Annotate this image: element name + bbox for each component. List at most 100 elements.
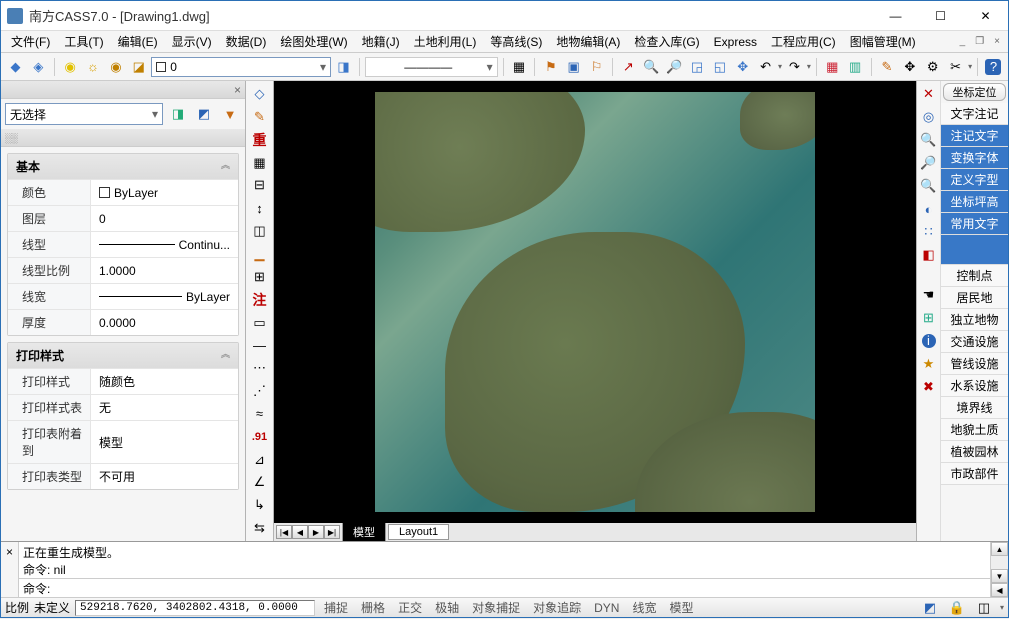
window-close[interactable]: ✕ xyxy=(963,1,1008,31)
sb-dyn[interactable]: DYN xyxy=(590,600,623,616)
sb-grid[interactable]: 栅格 xyxy=(357,598,389,617)
ritem-independent[interactable]: 独立地物 xyxy=(941,309,1008,331)
menu-edit[interactable]: 编辑(E) xyxy=(112,31,164,52)
vt-tilde-icon[interactable]: ≈ xyxy=(249,403,271,425)
tab-nav-first[interactable]: |◀ xyxy=(276,525,292,539)
bulb-icon[interactable]: ◉ xyxy=(60,56,81,78)
sb-snap[interactable]: 捕捉 xyxy=(320,598,352,617)
menu-view[interactable]: 显示(V) xyxy=(166,31,218,52)
layer-prev-icon[interactable]: ◨ xyxy=(333,56,354,78)
sb-ortho[interactable]: 正交 xyxy=(394,598,426,617)
vt-num[interactable]: .91 xyxy=(249,426,271,448)
flag-icon[interactable]: ⚑ xyxy=(540,56,561,78)
ritem-pipeline[interactable]: 管线设施 xyxy=(941,353,1008,375)
menu-app[interactable]: 工程应用(C) xyxy=(765,31,842,52)
menu-file[interactable]: 文件(F) xyxy=(5,31,56,52)
ritem-traffic[interactable]: 交通设施 xyxy=(941,331,1008,353)
undo-icon[interactable]: ↶ xyxy=(755,56,776,78)
lock-icon[interactable]: ◉ xyxy=(105,56,126,78)
layer-manager-icon[interactable]: ◆ xyxy=(5,56,26,78)
tab-model[interactable]: 模型 xyxy=(342,522,386,541)
ritem-coord-elev[interactable]: 坐标坪高 xyxy=(941,191,1008,213)
menu-sheet[interactable]: 图幅管理(M) xyxy=(844,31,922,52)
sb-lock-icon[interactable]: 🔒 xyxy=(946,597,968,619)
sb-polar[interactable]: 极轴 xyxy=(431,598,463,617)
sb-lwt[interactable]: 线宽 xyxy=(628,598,660,617)
rv-globe-icon[interactable]: ◎ xyxy=(918,106,940,128)
rv-zoom1-icon[interactable]: 🔍 xyxy=(918,129,940,151)
vt-brush-icon[interactable]: ✎ xyxy=(249,106,271,128)
window-maximize[interactable]: ☐ xyxy=(918,1,963,31)
menu-express[interactable]: Express xyxy=(708,33,763,51)
scroll-left-icon[interactable]: ◀ xyxy=(991,583,1008,597)
sb-tray3-icon[interactable]: ◫ xyxy=(973,597,995,619)
drawing-canvas[interactable] xyxy=(274,81,916,523)
text-group-header[interactable]: 文字注记 xyxy=(941,103,1008,125)
measure-icon[interactable]: ↗ xyxy=(618,56,639,78)
vt-ruler-icon[interactable]: ▁ xyxy=(249,243,271,265)
command-input[interactable] xyxy=(50,581,986,595)
palette1-icon[interactable]: ▦ xyxy=(822,56,843,78)
menu-draw[interactable]: 绘图处理(W) xyxy=(274,31,353,52)
rv-zoom2-icon[interactable]: 🔎 xyxy=(918,152,940,174)
vt-grid2-icon[interactable]: ⊞ xyxy=(249,266,271,288)
menu-data[interactable]: 数据(D) xyxy=(220,31,273,52)
sb-model[interactable]: 模型 xyxy=(665,598,697,617)
command-close-icon[interactable]: × xyxy=(1,542,19,597)
layer-tool-icon[interactable]: ◪ xyxy=(128,56,149,78)
rv-hand-icon[interactable]: ☚ xyxy=(918,284,940,306)
vt-arrow-icon[interactable]: ↕ xyxy=(249,197,271,219)
panel-drag-icon[interactable]: ░░ xyxy=(1,129,245,147)
flag2-icon[interactable]: ⚐ xyxy=(586,56,607,78)
sb-tray1-icon[interactable]: ◩ xyxy=(919,597,941,619)
ritem-change-font[interactable]: 变换字体 xyxy=(941,147,1008,169)
save-icon[interactable]: ▣ xyxy=(563,56,584,78)
zoom-out-icon[interactable]: 🔎 xyxy=(664,56,685,78)
vt-line-icon[interactable]: — xyxy=(249,334,271,356)
move-icon[interactable]: ✥ xyxy=(899,56,920,78)
sb-otrack[interactable]: 对象追踪 xyxy=(529,598,585,617)
tab-nav-prev[interactable]: ◀ xyxy=(292,525,308,539)
tab-layout1[interactable]: Layout1 xyxy=(388,524,449,540)
menu-contour[interactable]: 等高线(S) xyxy=(484,31,548,52)
section-print-header[interactable]: 打印样式 xyxy=(8,343,238,368)
selection-dropdown[interactable]: 无选择▾ xyxy=(5,103,163,125)
vt-zhu[interactable]: 注 xyxy=(249,289,271,311)
ritem-control-point[interactable]: 控制点 xyxy=(941,265,1008,287)
rv-dots-icon[interactable]: ∷ xyxy=(918,221,940,243)
layer-states-icon[interactable]: ◈ xyxy=(28,56,49,78)
mdi-restore[interactable]: ❐ xyxy=(971,36,988,47)
ritem-vegetation[interactable]: 植被园林 xyxy=(941,441,1008,463)
vt-grid-icon[interactable]: ▦ xyxy=(249,152,271,174)
ritem-municipal[interactable]: 市政部件 xyxy=(941,463,1008,485)
pan-icon[interactable]: ✥ xyxy=(732,56,753,78)
rv-blue-icon[interactable]: ◐ xyxy=(918,198,940,220)
menu-tools[interactable]: 工具(T) xyxy=(58,31,109,52)
tab-nav-last[interactable]: ▶| xyxy=(324,525,340,539)
section-basic-header[interactable]: 基本 xyxy=(8,154,238,179)
rv-info-icon[interactable]: i xyxy=(918,330,940,352)
vt-dot-icon[interactable]: ⋯ xyxy=(249,357,271,379)
rv-target-icon[interactable]: ✕ xyxy=(918,83,940,105)
scroll-down-icon[interactable]: ▼ xyxy=(991,569,1008,583)
layer-dropdown[interactable]: 0 ▾ xyxy=(151,57,331,77)
rv-field-icon[interactable]: ⊞ xyxy=(918,307,940,329)
command-scrollbar[interactable]: ▲ ▼ ◀ xyxy=(990,542,1008,597)
menu-landuse[interactable]: 土地利用(L) xyxy=(408,31,483,52)
filter-icon[interactable]: ▼ xyxy=(219,103,241,125)
rv-zoom3-icon[interactable]: 🔍 xyxy=(918,175,940,197)
zoom-window-icon[interactable]: ◲ xyxy=(687,56,708,78)
mdi-minimize[interactable]: _ xyxy=(956,36,970,47)
window-minimize[interactable]: — xyxy=(873,1,918,31)
menu-feature-edit[interactable]: 地物编辑(A) xyxy=(550,31,626,52)
zoom-extents-icon[interactable]: ◱ xyxy=(709,56,730,78)
select-similar-icon[interactable]: ◩ xyxy=(193,103,215,125)
vt-p4-icon[interactable]: ⇆ xyxy=(249,517,271,539)
grid-icon[interactable]: ▦ xyxy=(509,56,530,78)
vt-p3-icon[interactable]: ↳ xyxy=(249,494,271,516)
ritem-common-text[interactable]: 常用文字 xyxy=(941,213,1008,235)
vt-join-icon[interactable]: ⊟ xyxy=(249,174,271,196)
rv-red-icon[interactable]: ◧ xyxy=(918,244,940,266)
gear-icon[interactable]: ⚙ xyxy=(922,56,943,78)
ritem-water[interactable]: 水系设施 xyxy=(941,375,1008,397)
